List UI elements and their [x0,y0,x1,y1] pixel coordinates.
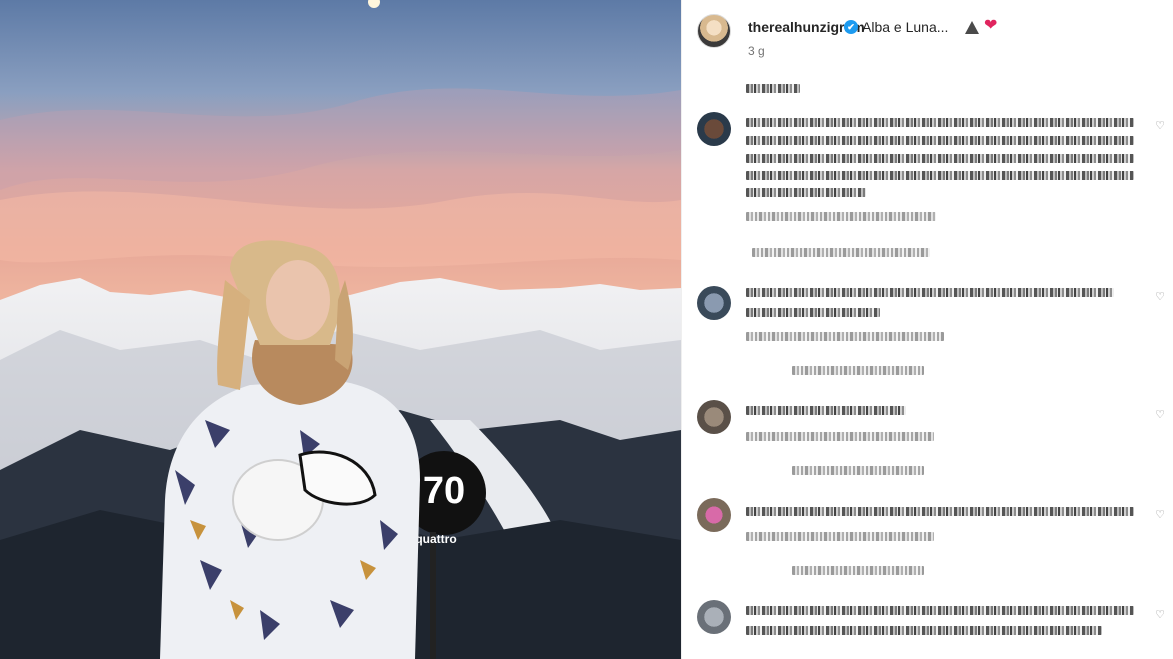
post-sidebar: therealhunzigram ✔ Alba e Luna... ❤ 3 g … [681,0,1173,659]
redacted-view-replies[interactable] [792,566,924,575]
comment-avatar[interactable] [697,286,731,320]
redacted-comment-meta [746,332,944,341]
redacted-comment-text [746,188,866,197]
redacted-comment-text [746,507,1134,516]
redacted-comment-meta [746,532,934,541]
like-comment-icon[interactable]: ♡ [1155,119,1165,132]
comment-avatar[interactable] [697,498,731,532]
redacted-comment-text [746,154,1134,163]
redacted-view-replies[interactable] [792,366,924,375]
post-age: 3 g [748,44,765,58]
redacted-comment-meta [746,212,936,221]
like-comment-icon[interactable]: ♡ [1155,290,1165,303]
redacted-view-replies[interactable] [792,466,924,475]
instagram-post: 70 quattro therealhunzigram ✔ Alba e Lun… [0,0,1173,659]
photo-illustration: 70 quattro [0,0,681,659]
redacted-comment-text [746,406,906,415]
sign-subtext: quattro [415,532,456,546]
redacted-comment-text [746,118,1134,127]
verified-badge-icon: ✔ [844,20,858,34]
like-comment-icon[interactable]: ♡ [1155,408,1165,421]
red-heart-emoji-icon: ❤ [984,17,998,34]
redacted-comment-text [746,288,1114,297]
post-caption: Alba e Luna... [862,19,949,35]
redacted-view-replies[interactable] [752,248,930,257]
redacted-comment-meta [746,432,934,441]
comment-avatar[interactable] [697,400,731,434]
post-photo[interactable]: 70 quattro [0,0,681,659]
redacted-comment-text [746,136,1134,145]
mountain-emoji-icon [965,21,979,34]
redacted-caption-text [746,84,800,93]
redacted-comment-text [746,626,1102,635]
like-comment-icon[interactable]: ♡ [1155,508,1165,521]
redacted-comment-text [746,606,1134,615]
redacted-comment-text [746,171,1134,180]
post-header: therealhunzigram ✔ Alba e Luna... ❤ 3 g [682,0,1173,64]
like-comment-icon[interactable]: ♡ [1155,608,1165,621]
avatar[interactable] [697,14,731,48]
comment-avatar[interactable] [697,600,731,634]
redacted-comment-text [746,308,880,317]
comment-avatar[interactable] [697,112,731,146]
sign-number: 70 [423,470,465,512]
